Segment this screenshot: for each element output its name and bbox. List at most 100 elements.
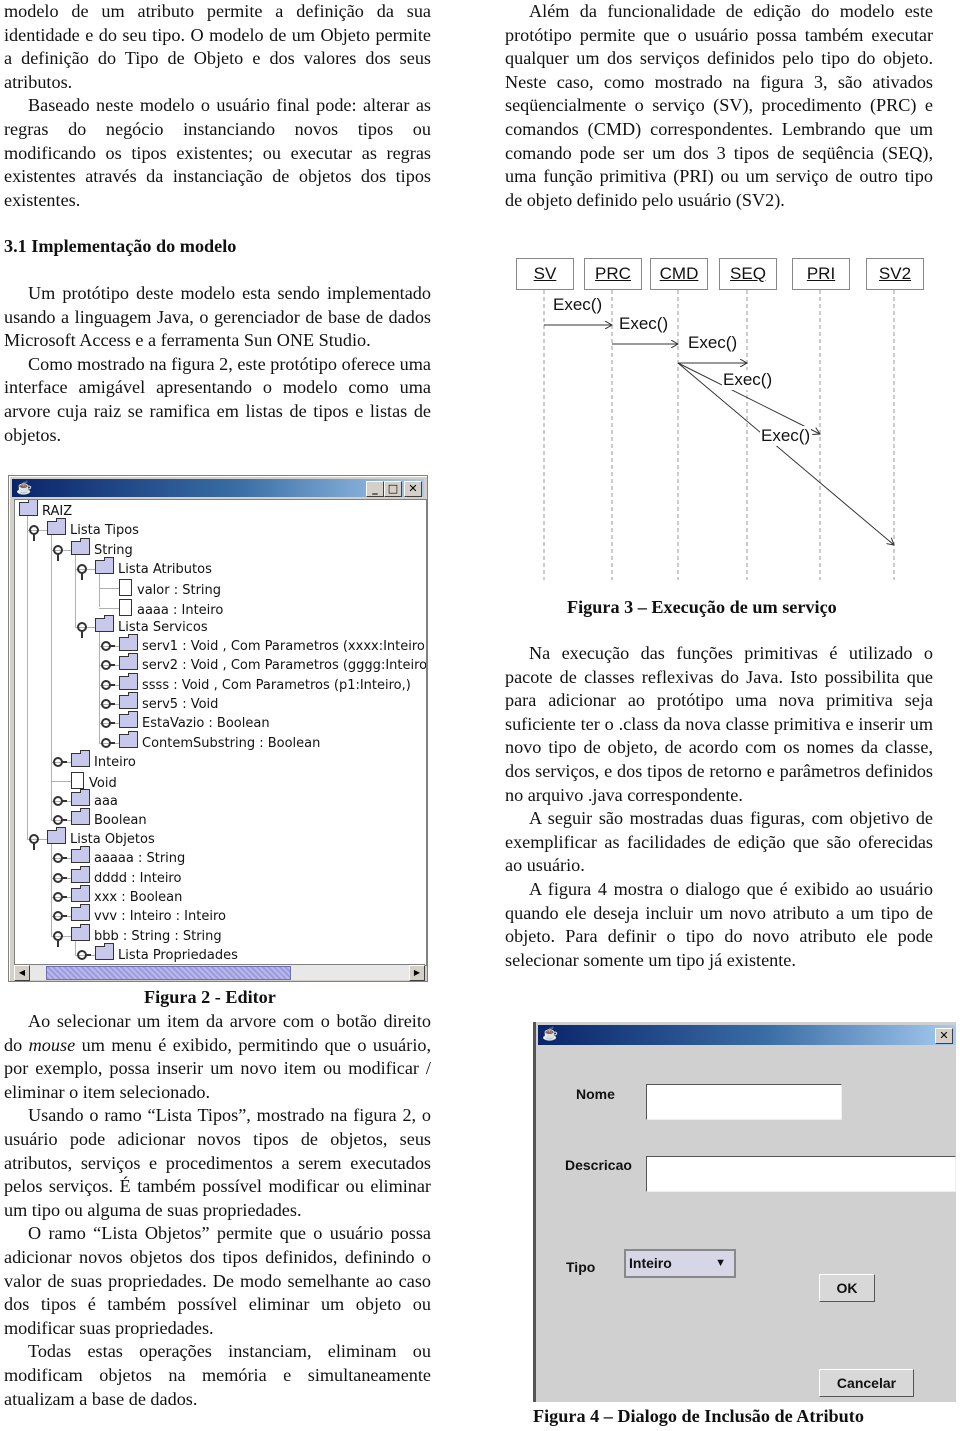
tree-node-label: Boolean [94,812,147,828]
descricao-input[interactable] [646,1156,956,1192]
horizontal-scrollbar[interactable]: ◀ ▶ [14,964,425,981]
folder-icon [47,827,66,845]
tree-node-label: Lista Atributos [118,561,212,577]
tree-node-label: aaaaa : String [94,851,186,867]
tree-collapse-handle-icon[interactable] [29,834,39,851]
tree-node[interactable]: ssss : Void , Com Parametros (p1:Inteiro… [119,672,411,695]
editor-window: ☕ _ □ ✕ RAIZ Lista Tipos String Lista Atrib… [8,475,428,982]
tree-expand-handle-icon[interactable] [77,949,91,960]
tree-expand-handle-icon[interactable] [101,737,115,748]
tree-expand-handle-icon[interactable] [53,853,67,864]
tree-expand-handle-icon[interactable] [101,641,115,652]
tree-guide-line [99,631,100,743]
folder-icon [71,749,90,767]
tree-expand-handle-icon[interactable] [101,660,115,671]
tree-node-label: aaa [94,793,118,809]
italic-term: mouse [28,1034,76,1055]
scroll-thumb[interactable] [46,966,291,980]
tree-node-label: ContemSubstring : Boolean [142,735,321,751]
tree-node-label: String [94,542,133,558]
tree-connector [51,781,71,783]
paragraph: Como mostrado na figura 2, este protótip… [4,353,431,445]
tree-collapse-handle-icon[interactable] [53,544,63,561]
cancel-button[interactable]: Cancelar [819,1369,914,1397]
tree-collapse-handle-icon[interactable] [77,621,87,638]
folder-icon [71,923,90,941]
tree-connector [99,607,119,609]
tree-node[interactable]: aaaa : Inteiro [119,598,224,618]
close-button[interactable]: ✕ [404,481,422,497]
tree-node-label: aaaa : Inteiro [137,602,224,618]
tree-node[interactable]: Lista Objetos [47,827,155,849]
tree-guide-line [75,554,76,627]
tipo-selected-value: Inteiro [629,1255,672,1271]
dialog-title-bar[interactable]: ☕ ✕ [538,1025,956,1045]
left-bottom-text: Ao selecionar um item da arvore com o bo… [4,1010,431,1411]
tree-expand-handle-icon[interactable] [101,699,115,709]
lifeline-sv: SV [516,258,574,290]
tree-node[interactable]: bbb : String : String [71,923,222,946]
ok-button[interactable]: OK [819,1274,875,1302]
tree-node[interactable]: String [71,537,133,560]
tree-node[interactable]: Lista Atributos [95,556,212,579]
tree-collapse-handle-icon[interactable] [77,563,87,580]
tree-node-label: bbb : String : String [94,928,222,944]
tipo-select[interactable]: Inteiro ▼ [624,1249,736,1278]
tree-node[interactable]: valor : String [119,579,221,598]
tree-expand-handle-icon[interactable] [53,911,67,922]
tree-collapse-handle-icon[interactable] [53,930,63,947]
paragraph: Baseado neste modelo o usuário final pod… [4,95,431,210]
figure3-caption: Figura 3 – Execução de um serviço [567,597,837,617]
tree-guide-line [27,516,28,840]
tree-node-label: Lista Tipos [70,523,139,539]
message-label: Exec() [687,333,739,353]
tree-expand-handle-icon[interactable] [53,814,67,825]
tree-view[interactable]: RAIZ Lista Tipos String Lista Atributos valo… [14,499,427,966]
tree-expand-handle-icon[interactable] [53,892,67,902]
tree-node-label: serv5 : Void [142,697,219,712]
tree-node[interactable]: Void [71,772,117,791]
tree-expand-handle-icon[interactable] [53,872,67,883]
maximize-button[interactable]: □ [384,481,402,497]
scroll-left-button[interactable]: ◀ [14,965,30,981]
java-cup-icon: ☕ [16,480,33,495]
tree-node[interactable]: Boolean [71,807,147,830]
tree-node-label: valor : String [137,583,222,599]
minimize-button[interactable]: _ [366,481,384,497]
folder-icon [71,885,90,902]
tree-node[interactable]: vvv : Inteiro : Inteiro [71,904,226,926]
folder-icon [119,653,138,671]
tree-node-label: serv1 : Void , Com Parametros (xxxx:Inte… [142,639,427,655]
scroll-right-button[interactable]: ▶ [409,965,425,981]
tree-expand-handle-icon[interactable] [53,756,67,767]
tree-expand-handle-icon[interactable] [101,718,115,729]
left-intro-text: modelo de um atributo permite a definiçã… [4,0,431,212]
tree-node[interactable]: serv1 : Void , Com Parametros (xxxx:Inte… [119,634,427,656]
tree-node[interactable]: Lista Servicos [95,614,208,637]
document-icon [71,772,84,790]
tree-node[interactable]: Lista Propriedades [95,942,238,965]
message-label: Exec() [552,295,604,315]
paragraph: A seguir são mostradas duas figuras, com… [505,808,933,876]
tree-expand-handle-icon[interactable] [53,795,67,806]
dialog-close-button[interactable]: ✕ [935,1028,953,1044]
editor-title-bar[interactable]: ☕ _ □ ✕ [12,479,424,497]
lifeline-cmd: CMD [650,258,708,290]
tree-node[interactable]: ContemSubstring : Boolean [119,730,321,753]
nome-input[interactable] [646,1084,842,1120]
tree-node-label: vvv : Inteiro : Inteiro [94,909,226,925]
tree-node[interactable]: Lista Tipos [47,518,139,540]
tree-expand-handle-icon[interactable] [101,679,115,690]
tree-collapse-handle-icon[interactable] [29,525,39,542]
tree-node[interactable]: Inteiro [71,749,136,772]
tree-node[interactable]: aaa [71,788,118,811]
attribute-dialog: ☕ ✕ Nome Descricao Tipo Inteiro ▼ OK Can… [533,1022,956,1402]
tree-node-label: ssss : Void , Com Parametros (p1:Inteiro… [142,677,411,693]
folder-icon [71,904,90,922]
folder-icon [71,788,90,806]
message-label: Exec() [760,426,812,446]
tree-node-label: dddd : Inteiro [94,870,182,886]
document-icon [119,598,132,616]
tree-node[interactable]: serv2 : Void , Com Parametros (gggg:Inte… [119,653,426,675]
tree-node[interactable]: EstaVazio : Boolean [119,711,270,733]
